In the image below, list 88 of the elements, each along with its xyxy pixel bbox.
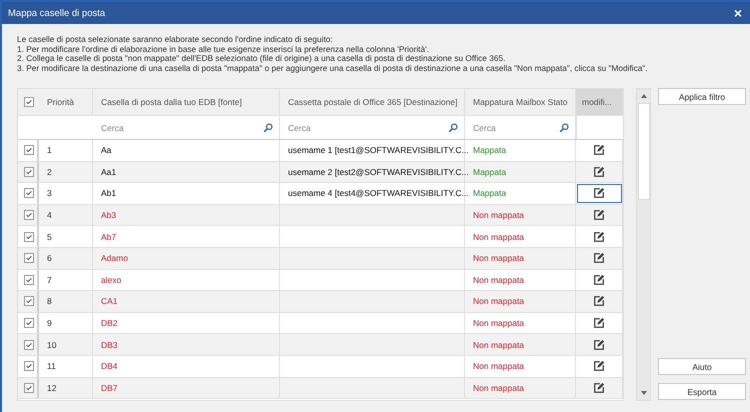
source-mailbox-cell: alexo: [101, 274, 122, 285]
row-checkbox[interactable]: [24, 145, 34, 156]
scrollbar-thumb[interactable]: [638, 103, 650, 200]
mapping-status-cell: Non mappata: [473, 210, 524, 220]
priority-cell: 11: [47, 361, 56, 372]
instruction-text: 3. Per modificare la destinazione di una casella di posta "mappata" o per aggiungere una casella di posta di destinazione a una casella "Non mappata", clicca su "Modifica".: [17, 64, 649, 73]
edit-icon: [593, 274, 605, 286]
source-mailbox-cell: CA1: [101, 296, 118, 306]
mapping-status-cell: Non mappata: [473, 340, 524, 350]
select-all-checkbox[interactable]: [24, 97, 34, 107]
priority-cell: 1: [47, 145, 52, 156]
priority-cell: 12: [47, 382, 56, 393]
priority-cell: 4: [47, 210, 52, 220]
row-checkbox[interactable]: [24, 361, 34, 372]
destination-mailbox-cell: usemame 1 [test1@SOFTWAREVISIBILITY.C...: [288, 145, 469, 156]
row-checkbox[interactable]: [24, 232, 34, 242]
edit-icon: [593, 360, 605, 372]
vertical-scrollbar[interactable]: [636, 88, 651, 401]
source-mailbox-cell: DB4: [101, 361, 118, 372]
mapping-status-cell: Non mappata: [473, 253, 524, 264]
edit-icon: [593, 317, 605, 330]
source-mailbox-cell: Ab3: [101, 210, 116, 220]
mapping-status-cell: Non mappata: [473, 274, 524, 285]
row-checkbox[interactable]: [24, 318, 34, 328]
edit-icon: [593, 230, 605, 243]
priority-cell: 7: [47, 274, 52, 285]
window-title: Mappa caselle di posta: [8, 8, 106, 18]
instruction-text: 1. Per modificare l'ordine di elaborazione in base alle tue esigenze inserisci la preferenza nella colonna 'Priorità'.: [17, 44, 430, 54]
source-mailbox-cell: Adamo: [101, 253, 128, 264]
edit-icon: [593, 252, 605, 264]
mapping-status-cell: Mappata: [473, 166, 506, 177]
source-mailbox-cell: DB2: [101, 318, 118, 328]
source-mailbox-cell: Aa1: [101, 166, 116, 177]
row-checkbox[interactable]: [24, 340, 34, 350]
destination-mailbox-cell: usemame 4 [test4@SOFTWAREVISIBILITY.C...: [288, 188, 469, 198]
row-checkbox[interactable]: [24, 210, 34, 220]
priority-cell: 3: [47, 188, 52, 198]
destination-mailbox-cell: usemame 2 [test2@SOFTWAREVISIBILITY.C...: [288, 166, 469, 177]
edit-icon: [593, 338, 605, 351]
source-mailbox-cell: Ab1: [101, 188, 116, 198]
mapping-status-cell: Non mappata: [473, 361, 524, 372]
edit-icon: [593, 187, 605, 200]
mapping-status-cell: Non mappata: [473, 296, 524, 306]
priority-cell: 6: [47, 253, 52, 264]
close-button[interactable]: ×: [734, 6, 742, 20]
priority-cell: 9: [47, 318, 52, 328]
instruction-text: Le caselle di posta selezionate saranno elaborate secondo l'ordine indicato di seguito:: [17, 35, 334, 44]
help-button[interactable]: Aiuto: [658, 358, 746, 375]
apply-filter-button[interactable]: Applica filtro: [658, 88, 746, 105]
priority-cell: 8: [47, 296, 52, 306]
priority-cell: 2: [47, 166, 52, 177]
column-header[interactable]: Priorità: [39, 89, 93, 115]
search-icon: [263, 122, 273, 132]
row-checkbox[interactable]: [24, 166, 34, 177]
edit-icon: [593, 382, 605, 394]
column-header[interactable]: modifi...: [576, 89, 623, 115]
priority-cell: 5: [47, 232, 52, 242]
column-header[interactable]: Cassetta postale di Office 365 [Destinazione]: [280, 89, 465, 115]
search-field[interactable]: Cerca: [473, 122, 559, 132]
export-button[interactable]: Esporta: [658, 383, 746, 400]
scroll-down-icon[interactable]: [640, 389, 648, 397]
row-checkbox[interactable]: [24, 253, 34, 264]
mapping-status-cell: Mappata: [473, 145, 506, 156]
priority-cell: 10: [47, 340, 56, 350]
row-checkbox[interactable]: [24, 188, 34, 198]
column-header[interactable]: Casella di posta dalla tuo EDB [fonte]: [93, 89, 280, 115]
edit-cell[interactable]: [576, 183, 623, 204]
row-checkbox[interactable]: [24, 382, 34, 393]
search-icon: [448, 122, 458, 132]
source-mailbox-cell: DB7: [101, 382, 118, 393]
source-mailbox-cell: Aa: [101, 145, 112, 156]
row-checkbox[interactable]: [24, 274, 34, 285]
edit-icon: [593, 166, 605, 178]
mapping-status-cell: Mappata: [473, 188, 506, 198]
row-checkbox[interactable]: [24, 296, 34, 306]
search-field[interactable]: Cerca: [101, 122, 263, 132]
scroll-up-icon[interactable]: [640, 92, 648, 100]
mapping-status-cell: Non mappata: [473, 382, 524, 393]
edit-icon: [593, 144, 605, 156]
mapping-status-cell: Non mappata: [473, 232, 524, 242]
search-icon: [559, 122, 569, 132]
mapping-status-cell: Non mappata: [473, 318, 524, 328]
edit-icon: [593, 209, 605, 222]
source-mailbox-cell: DB3: [101, 340, 118, 350]
instruction-text: 2. Collega le caselle di posta "non mappate" dell'EDB selezionato (file di origine) a una casella di posta di destinazione su Office 365.: [17, 54, 506, 64]
source-mailbox-cell: Ab7: [101, 232, 116, 242]
search-field[interactable]: Cerca: [288, 122, 448, 132]
edit-icon: [593, 295, 605, 308]
